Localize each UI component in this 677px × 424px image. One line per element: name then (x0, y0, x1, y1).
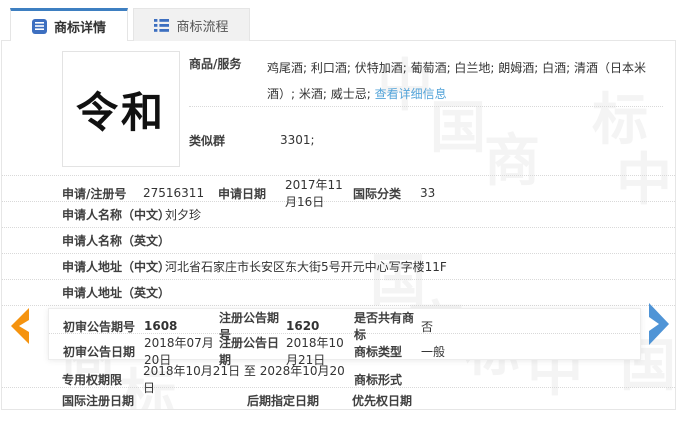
applicant-address-cn-label: 申请人地址（中文） (62, 260, 171, 274)
applicant-name-cn-label: 申请人名称（中文） (62, 208, 171, 222)
similar-group-label: 类似群 (189, 133, 226, 148)
applicant-name-en-label: 申请人名称（英文） (62, 234, 171, 248)
exclusive-period-label: 专用权期限 (62, 372, 123, 387)
applicant-address-cn-value: 河北省石家庄市长安区东大街5号开元中心写字楼11F (165, 260, 447, 274)
chevron-right-icon (647, 303, 671, 350)
tab-trademark-process[interactable]: 商标流程 (133, 8, 250, 41)
exclusive-period-row: 专用权期限 2018年10月21日 至 2028年10月20日 商标形式 (2, 362, 675, 395)
shared-trademark-label: 是否共有商标 (354, 311, 415, 342)
announcement-panel: 初审公告期号 1608 注册公告期号 1620 是否共有商标 否 初审公告日期 … (48, 308, 641, 367)
trademark-detail-panel: 中国商标 中国商标 中商标国 令和 商品/服务 鸡尾酒; 利口酒; 伏特加酒; … (1, 40, 676, 410)
applicant-address-en-label: 申请人地址（英文） (62, 286, 171, 300)
applicant-name-cn-value: 刘夕珍 (165, 208, 202, 222)
trademark-type-label: 商标类型 (354, 344, 403, 359)
trademark-type-value: 一般 (421, 344, 446, 359)
view-details-link[interactable]: 查看详细信息 (375, 87, 447, 101)
applicant-address-cn-row: 申请人地址（中文） 河北省石家庄市长安区东大街5号开元中心写字楼11F (2, 254, 675, 280)
international-class-label: 国际分类 (353, 186, 402, 201)
first-announcement-number-label: 初审公告期号 (63, 319, 136, 334)
applicant-address-en-row: 申请人地址（英文） (2, 280, 675, 306)
goods-services-text: 鸡尾酒; 利口酒; 伏特加酒; 葡萄酒; 白兰地; 朗姆酒; 白酒; 清酒（日本… (267, 61, 647, 101)
tab-bar: 商标详情 商标流程 (0, 0, 677, 41)
shared-trademark-value: 否 (421, 319, 434, 334)
chevron-left-icon (8, 308, 30, 348)
goods-services-label: 商品/服务 (189, 57, 242, 71)
international-dates-row: 国际注册日期 后期指定日期 优先权日期 (2, 388, 675, 409)
tab-label: 商标详情 (53, 20, 106, 36)
application-date-label: 申请日期 (218, 186, 267, 201)
document-lines-icon (31, 18, 47, 34)
similar-group-value: 3301; (280, 133, 315, 147)
similar-group-row: 类似群 3301; (189, 107, 663, 173)
application-date-value: 2017年11月16日 (285, 178, 343, 209)
registration-announcement-number-value: 1620 (286, 319, 320, 333)
announcement-date-row: 初审公告日期 2018年07月20日 注册公告日期 2018年10月21日 商标… (49, 334, 640, 367)
first-announcement-number-value: 1608 (144, 319, 178, 333)
tab-trademark-details[interactable]: 商标详情 (10, 8, 128, 41)
trademark-image: 令和 (62, 51, 180, 167)
tab-label: 商标流程 (176, 19, 229, 35)
goods-services-value: 鸡尾酒; 利口酒; 伏特加酒; 葡萄酒; 白兰地; 朗姆酒; 白酒; 清酒（日本… (267, 55, 663, 106)
applicant-name-cn-row: 申请人名称（中文） 刘夕珍 (2, 202, 675, 228)
previous-arrow-button[interactable] (8, 307, 30, 348)
top-section: 令和 商品/服务 鸡尾酒; 利口酒; 伏特加酒; 葡萄酒; 白兰地; 朗姆酒; … (2, 41, 675, 175)
later-designation-date-label: 后期指定日期 (247, 394, 320, 408)
next-arrow-button[interactable] (647, 301, 671, 350)
first-announcement-date-label: 初审公告日期 (63, 344, 136, 359)
list-icon (154, 18, 170, 32)
application-number-row: 申请/注册号 27516311 申请日期 2017年11月16日 国际分类 33 (2, 176, 675, 209)
priority-date-label: 优先权日期 (352, 394, 413, 408)
applicant-name-en-row: 申请人名称（英文） (2, 228, 675, 254)
trademark-form-label: 商标形式 (354, 372, 403, 387)
trademark-image-text: 令和 (75, 87, 166, 137)
international-class-value: 33 (420, 186, 436, 200)
application-number-value: 27516311 (143, 186, 205, 200)
exclusive-period-value: 2018年10月21日 至 2028年10月20日 (143, 364, 345, 395)
goods-services-row: 商品/服务 鸡尾酒; 利口酒; 伏特加酒; 葡萄酒; 白兰地; 朗姆酒; 白酒;… (189, 41, 663, 107)
international-registration-date-label: 国际注册日期 (62, 394, 135, 408)
announcement-number-row: 初审公告期号 1608 注册公告期号 1620 是否共有商标 否 (49, 309, 640, 342)
application-number-label: 申请/注册号 (62, 186, 127, 201)
